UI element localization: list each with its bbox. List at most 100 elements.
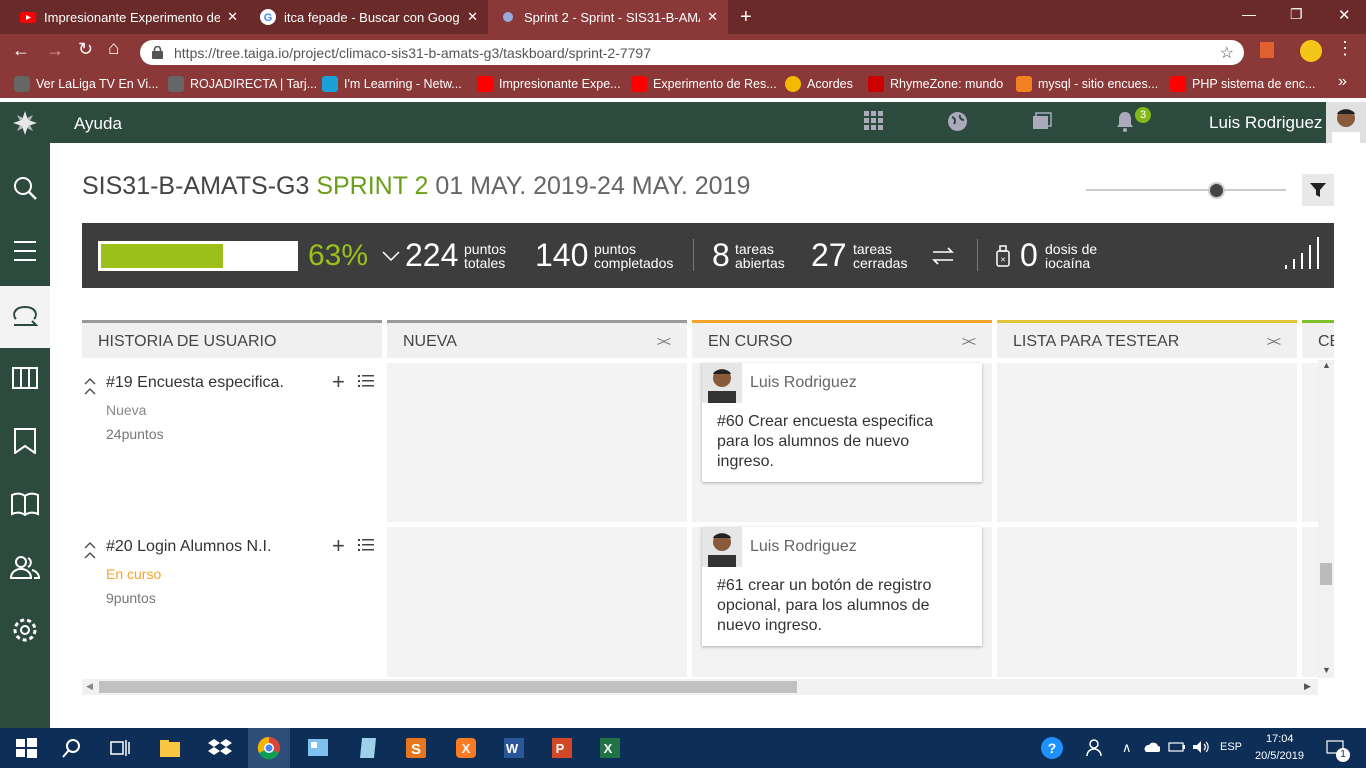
user-story-title[interactable]: #20 Login Alumnos N.I. <box>106 538 271 556</box>
control-panel-icon[interactable] <box>306 736 330 760</box>
bulk-add-list-icon[interactable] <box>358 374 374 390</box>
restore-button[interactable]: ❐ <box>1290 6 1303 23</box>
volume-icon[interactable] <box>1192 740 1210 754</box>
task-assignee[interactable]: Luis Rodriguez <box>750 374 857 392</box>
issues-button[interactable] <box>0 410 50 472</box>
reload-icon[interactable]: ↻ <box>78 39 93 60</box>
discover-globe-icon[interactable] <box>947 111 968 132</box>
bookmark-item[interactable]: ROJADIRECTA | Tarj... <box>168 76 317 92</box>
bookmark-item[interactable]: RhymeZone: mundo <box>868 76 1003 92</box>
user-name[interactable]: Luis Rodriguez <box>1209 113 1322 133</box>
address-bar[interactable]: https://tree.taiga.io/project/climaco-si… <box>140 40 1244 65</box>
close-tab-icon[interactable]: ✕ <box>707 9 718 25</box>
vertical-scrollbar[interactable]: ▲ ▼ <box>1318 360 1334 678</box>
add-task-icon[interactable]: + <box>332 533 345 559</box>
browser-tab-2[interactable]: G itca fepade - Buscar con Google ✕ <box>248 0 488 34</box>
swap-arrows-icon[interactable] <box>932 247 954 265</box>
horizontal-scroll-thumb[interactable] <box>99 681 797 693</box>
powerpoint-icon[interactable]: P <box>550 736 574 760</box>
sublime-text-icon[interactable]: S <box>404 736 428 760</box>
chevron-down-icon[interactable] <box>382 251 400 261</box>
more-bookmarks-button[interactable]: » <box>1338 73 1347 91</box>
notepad-icon[interactable] <box>356 736 380 760</box>
wiki-button[interactable] <box>0 473 50 535</box>
collapse-row-icon[interactable] <box>84 541 96 559</box>
fold-column-icon[interactable]: >< <box>962 333 976 349</box>
inbox-icon[interactable] <box>1032 112 1052 130</box>
bookmark-item[interactable]: I'm Learning - Netw... <box>322 76 462 92</box>
office-extension-icon[interactable] <box>1260 42 1274 58</box>
fold-column-icon[interactable]: >< <box>1267 333 1281 349</box>
browser-tab-1[interactable]: Impresionante Experimento de R ✕ <box>8 0 248 34</box>
scrum-button[interactable] <box>0 286 50 348</box>
onedrive-icon[interactable] <box>1142 740 1160 754</box>
vertical-scroll-thumb[interactable] <box>1320 563 1332 585</box>
home-icon[interactable]: ⌂ <box>108 38 119 60</box>
xampp-icon[interactable]: X <box>454 736 478 760</box>
bookmark-item[interactable]: Impresionante Expe... <box>477 76 621 92</box>
help-tray-icon[interactable]: ? <box>1040 736 1064 760</box>
search-icon[interactable] <box>60 736 84 760</box>
scroll-up-icon[interactable]: ▲ <box>1322 360 1331 370</box>
close-tab-icon[interactable]: ✕ <box>227 9 238 25</box>
clock-time[interactable]: 17:04 <box>1266 733 1294 745</box>
clock-date[interactable]: 20/5/2019 <box>1255 750 1304 762</box>
chrome-taskbar-button[interactable] <box>248 728 290 768</box>
burndown-graph-icon[interactable] <box>1284 237 1320 269</box>
timeline-button[interactable] <box>0 220 50 282</box>
add-task-icon[interactable]: + <box>332 369 345 395</box>
dropbox-icon[interactable] <box>208 736 232 760</box>
filter-button[interactable] <box>1302 174 1334 206</box>
scroll-down-icon[interactable]: ▼ <box>1322 665 1331 675</box>
column-header-ready-test: LISTA PARA TESTEAR >< <box>997 320 1297 358</box>
close-window-button[interactable]: ✕ <box>1338 6 1351 24</box>
user-story-title[interactable]: #19 Encuesta especifica. <box>106 374 284 392</box>
task-view-icon[interactable] <box>108 736 132 760</box>
bookmark-item[interactable]: mysql - sitio encues... <box>1016 76 1158 92</box>
browser-tab-3[interactable]: Sprint 2 - Sprint - SIS31-B-AMAT ✕ <box>488 0 728 34</box>
minimize-button[interactable]: — <box>1242 6 1256 22</box>
scroll-left-icon[interactable]: ◀ <box>86 681 93 692</box>
back-icon[interactable]: ← <box>12 40 30 61</box>
people-icon[interactable] <box>1084 736 1108 760</box>
zoom-slider-handle[interactable] <box>1208 182 1225 199</box>
windows-start-icon[interactable] <box>14 736 38 760</box>
user-avatar[interactable] <box>1326 102 1366 143</box>
team-button[interactable] <box>0 536 50 598</box>
collapse-row-icon[interactable] <box>84 377 96 395</box>
help-link[interactable]: Ayuda <box>74 114 122 134</box>
task-card[interactable]: Luis Rodriguez #61 crear un botón de reg… <box>702 527 982 646</box>
close-tab-icon[interactable]: ✕ <box>467 9 478 25</box>
battery-icon[interactable] <box>1168 740 1186 754</box>
zoom-slider[interactable] <box>1086 189 1286 191</box>
task-card[interactable]: Luis Rodriguez #60 Crear encuesta especi… <box>702 363 982 482</box>
admin-settings-button[interactable] <box>0 599 50 661</box>
word-icon[interactable]: W <box>502 736 526 760</box>
horizontal-scrollbar[interactable]: ◀ ▶ <box>82 679 1318 695</box>
fold-column-icon[interactable]: >< <box>657 333 671 349</box>
bookmark-item[interactable]: Experimento de Res... <box>631 76 777 92</box>
notification-count-badge: 1 <box>1336 748 1350 762</box>
projects-grid-icon[interactable] <box>864 111 884 131</box>
taiga-logo-icon[interactable] <box>12 110 38 136</box>
task-assignee[interactable]: Luis Rodriguez <box>750 538 857 556</box>
bulk-add-list-icon[interactable] <box>358 538 374 554</box>
forward-icon[interactable]: → <box>46 40 64 61</box>
bookmark-item[interactable]: PHP sistema de enc... <box>1170 76 1315 92</box>
scroll-right-icon[interactable]: ▶ <box>1304 681 1311 692</box>
emoji-extension-icon[interactable] <box>1300 40 1322 62</box>
task-title[interactable]: #61 crear un botón de registro opcional,… <box>717 576 967 636</box>
file-explorer-icon[interactable] <box>158 736 182 760</box>
new-tab-button[interactable]: + <box>740 6 752 29</box>
show-hidden-icons-icon[interactable]: ∧ <box>1122 740 1132 756</box>
notifications-bell-icon[interactable] <box>1115 111 1135 133</box>
kanban-button[interactable] <box>0 347 50 409</box>
menu-icon[interactable]: ⋮ <box>1336 38 1354 59</box>
excel-icon[interactable]: X <box>598 736 622 760</box>
bookmark-item[interactable]: Ver LaLiga TV En Vi... <box>14 76 159 92</box>
task-title[interactable]: #60 Crear encuesta especifica para los a… <box>717 412 967 472</box>
star-icon[interactable]: ☆ <box>1220 43 1234 63</box>
input-language[interactable]: ESP <box>1220 741 1242 753</box>
bookmark-item[interactable]: Acordes <box>785 76 853 92</box>
search-button[interactable] <box>0 157 50 219</box>
